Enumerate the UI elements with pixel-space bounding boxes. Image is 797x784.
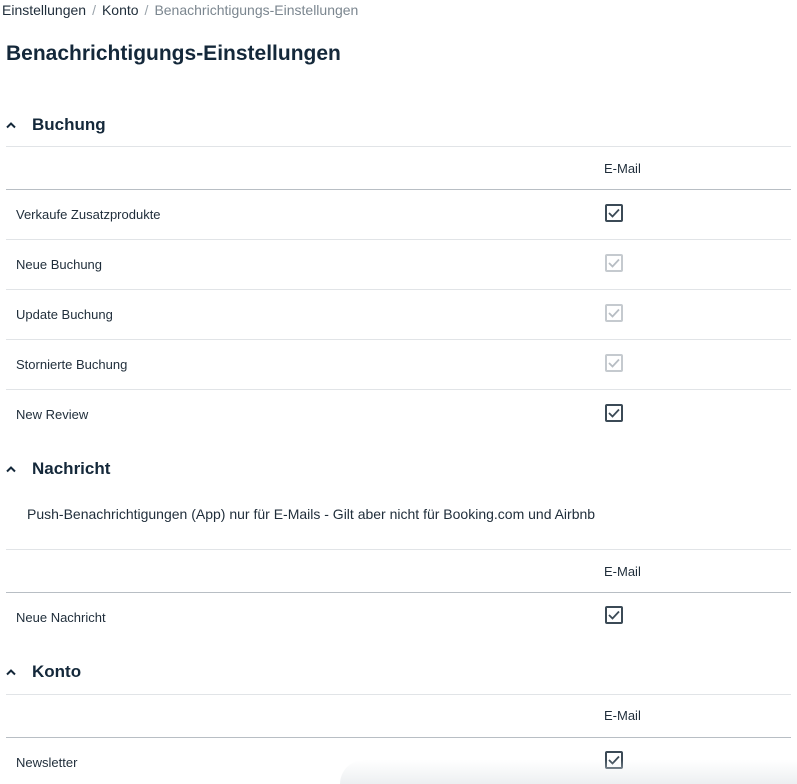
checkbox-neue-nachricht[interactable] [605, 606, 623, 624]
checkbox-stornierte-buchung [605, 354, 623, 372]
chevron-up-icon [6, 669, 16, 676]
row-label-verkaufe-zusatzprodukte: Verkaufe Zusatzprodukte [16, 207, 161, 222]
divider [6, 146, 791, 147]
row-label-neue-nachricht: Neue Nachricht [16, 610, 106, 625]
section-title-buchung: Buchung [32, 115, 106, 134]
check-icon [608, 358, 620, 368]
push-info-text: Push-Benachrichtigungen (App) nur für E-… [27, 506, 596, 522]
divider [6, 189, 791, 190]
bottom-shadow [340, 760, 797, 784]
breadcrumb-link-konto[interactable]: Konto [102, 2, 139, 18]
checkbox-verkaufe-zusatzprodukte[interactable] [605, 204, 623, 222]
breadcrumb-separator: / [92, 2, 96, 18]
row-label-stornierte-buchung: Stornierte Buchung [16, 357, 128, 372]
column-header-email: E-Mail [604, 161, 641, 176]
checkbox-neue-buchung [605, 254, 623, 272]
divider [6, 389, 791, 390]
divider [6, 339, 791, 340]
divider [6, 289, 791, 290]
column-header-email: E-Mail [604, 564, 641, 579]
divider [6, 737, 791, 738]
check-icon [608, 610, 620, 620]
chevron-up-icon [6, 466, 16, 473]
check-icon [608, 408, 620, 418]
check-icon [608, 308, 620, 318]
divider [6, 592, 791, 593]
section-toggle-buchung[interactable]: Buchung [6, 113, 106, 137]
check-icon [608, 208, 620, 218]
breadcrumb-link-einstellungen[interactable]: Einstellungen [2, 2, 86, 18]
check-icon [608, 258, 620, 268]
page-title: Benachrichtigungs-Einstellungen [6, 42, 341, 65]
checkbox-update-buchung [605, 304, 623, 322]
breadcrumb-separator: / [144, 2, 149, 18]
row-label-neue-buchung: Neue Buchung [16, 257, 103, 272]
row-label-newsletter: Newsletter [16, 755, 78, 770]
divider [6, 239, 791, 240]
checkbox-new-review[interactable] [605, 404, 623, 422]
section-toggle-konto[interactable]: Konto [6, 660, 81, 684]
divider [6, 549, 791, 550]
divider [6, 694, 791, 695]
row-label-update-buchung: Update Buchung [16, 307, 113, 322]
section-title-nachricht: Nachricht [32, 459, 111, 478]
section-title-konto: Konto [32, 662, 82, 681]
chevron-up-icon [6, 122, 16, 129]
breadcrumb-current: Benachrichtigungs-Einstellungen [154, 2, 359, 18]
section-toggle-nachricht[interactable]: Nachricht [6, 457, 110, 481]
column-header-email: E-Mail [604, 708, 641, 723]
breadcrumb: Einstellungen / Konto / Benachrichtigungs-Ei… [2, 1, 358, 19]
row-label-new-review: New Review [16, 407, 89, 422]
